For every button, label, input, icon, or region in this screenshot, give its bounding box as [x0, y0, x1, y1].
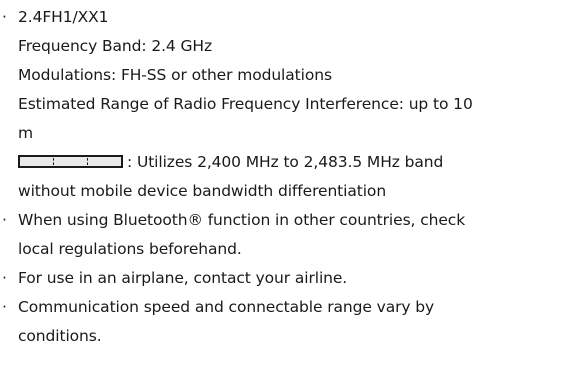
note-text: When using Bluetooth® function in other …	[18, 211, 466, 229]
note-text: For use in an airplane, contact your air…	[18, 269, 348, 287]
spec-code: 2.4FH1/XX1	[18, 8, 109, 26]
bullet-glyph: ·	[2, 211, 7, 229]
band-tick	[53, 157, 55, 165]
band-description: : Utilizes 2,400 MHz to 2,483.5 MHz band	[127, 153, 444, 171]
note-text: Communication speed and connectable rang…	[18, 298, 435, 316]
spec-document: · 2.4FH1/XX1 Frequency Band: 2.4 GHz Modu…	[0, 0, 579, 351]
frequency-band-line: Frequency Band: 2.4 GHz	[18, 37, 213, 55]
band-tick	[86, 157, 88, 165]
band-description-continued: without mobile device bandwidth differen…	[18, 182, 387, 200]
spec-code-line: · 2.4FH1/XX1	[0, 3, 579, 32]
frequency-band-diagram-icon	[18, 154, 123, 168]
modulations-line: Modulations: FH-SS or other modulations	[18, 66, 332, 84]
range-line-continued: m	[18, 124, 33, 142]
bullet-glyph: ·	[2, 8, 7, 26]
note-item-airplane: · For use in an airplane, contact your ai…	[0, 264, 579, 293]
note-item-bluetooth-continued: local regulations beforehand.	[18, 240, 242, 258]
bullet-glyph: ·	[2, 298, 7, 316]
range-line: Estimated Range of Radio Frequency Inter…	[18, 95, 473, 113]
note-item-speed: · Communication speed and connectable ran…	[0, 293, 579, 322]
note-item-bluetooth: · When using Bluetooth® function in other…	[0, 206, 579, 235]
note-item-speed-continued: conditions.	[18, 327, 102, 345]
band-description-line: : Utilizes 2,400 MHz to 2,483.5 MHz band	[0, 148, 579, 177]
bullet-glyph: ·	[2, 269, 7, 287]
